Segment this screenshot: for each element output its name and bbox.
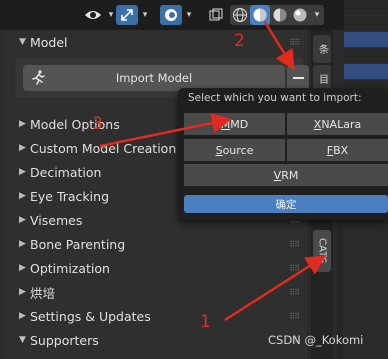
collapsed-triangle-icon: ▶ bbox=[19, 143, 26, 153]
drag-handle-icon[interactable]: ⠿⠿ bbox=[289, 288, 300, 297]
model-panel-header[interactable]: ▼ Model ⠿⠿ bbox=[5, 30, 307, 54]
collapsed-triangle-icon: ▶ bbox=[19, 191, 26, 201]
option-xnalara[interactable]: X NALara bbox=[287, 113, 388, 135]
overlay-icon[interactable] bbox=[160, 5, 182, 25]
xray-icon[interactable] bbox=[206, 5, 226, 25]
confirm-button[interactable]: 确定 bbox=[184, 195, 388, 213]
eye-icon[interactable] bbox=[82, 5, 104, 25]
option-mmd[interactable]: M MD bbox=[184, 113, 285, 135]
outliner-row[interactable] bbox=[344, 48, 388, 64]
section-label: Bone Parenting bbox=[30, 236, 126, 252]
chevron-down-icon[interactable]: ▾ bbox=[182, 5, 196, 25]
section-label: Custom Model Creation bbox=[30, 140, 177, 156]
import-popup-menu: Select which you want to import: M MD X NA… bbox=[178, 88, 388, 220]
collapsed-triangle-icon: ▶ bbox=[19, 263, 26, 273]
import-model-label: Import Model bbox=[115, 71, 193, 85]
solid-shading-icon[interactable] bbox=[250, 5, 270, 25]
option-source[interactable]: Source bbox=[184, 139, 285, 161]
drag-handle-icon[interactable]: ⠿⠿ bbox=[289, 240, 300, 249]
wireframe-shading-icon[interactable] bbox=[230, 5, 250, 25]
section-label: Settings & Updates bbox=[30, 308, 151, 324]
collapsed-triangle-icon: ▶ bbox=[19, 215, 26, 225]
section-label: Model Options bbox=[30, 116, 120, 132]
collapsed-triangle-icon: ▶ bbox=[19, 239, 26, 249]
chevron-down-icon[interactable]: ▾ bbox=[138, 5, 152, 25]
annotation-number-1: 1 bbox=[200, 312, 211, 332]
running-figure-icon bbox=[32, 70, 45, 85]
section-bake[interactable]: ▶ 烘培 ⠿⠿ bbox=[5, 280, 307, 304]
outliner-row[interactable] bbox=[344, 16, 388, 32]
drag-handle-icon[interactable]: ⠿⠿ bbox=[289, 38, 300, 47]
gizmo-icon[interactable] bbox=[116, 5, 138, 25]
watermark: CSDN @_Kokomi bbox=[268, 333, 364, 347]
annotation-number-3: 3 bbox=[92, 114, 103, 134]
option-fbx[interactable]: F BX bbox=[287, 139, 388, 161]
section-label: Supporters bbox=[30, 332, 99, 348]
section-label: Eye Tracking bbox=[30, 188, 109, 204]
section-bone-parenting[interactable]: ▶ Bone Parenting ⠿⠿ bbox=[5, 232, 307, 256]
tab-cats[interactable]: CATS bbox=[313, 230, 331, 272]
popup-title: Select which you want to import: bbox=[188, 92, 362, 104]
visibility-group: ▾ bbox=[82, 5, 118, 25]
collapsed-triangle-icon: ▶ bbox=[19, 287, 26, 297]
material-shading-icon[interactable] bbox=[270, 5, 290, 25]
section-label: 烘培 bbox=[30, 285, 56, 301]
option-vrm[interactable]: V RM bbox=[184, 164, 388, 186]
section-label: Optimization bbox=[30, 260, 110, 276]
section-optimization[interactable]: ▶ Optimization ⠿⠿ bbox=[5, 256, 307, 280]
section-supporters[interactable]: ▼ Supporters ⠿⠿ bbox=[5, 328, 307, 352]
collapsed-triangle-icon: ▶ bbox=[19, 167, 26, 177]
drag-handle-icon[interactable]: ⠿⠿ bbox=[289, 312, 300, 321]
tab-item[interactable]: 条 bbox=[313, 35, 331, 63]
viewport-header: ▾ ▾ ▾ ▾ bbox=[0, 0, 344, 30]
panel-title: Model bbox=[30, 34, 68, 50]
overlay-group: ▾ bbox=[160, 5, 196, 25]
expanded-triangle-icon: ▼ bbox=[19, 335, 26, 345]
expanded-triangle-icon: ▼ bbox=[19, 37, 26, 47]
section-settings-updates[interactable]: ▶ Settings & Updates ⠿⠿ bbox=[5, 304, 307, 328]
outliner-row[interactable] bbox=[344, 64, 388, 80]
shading-group: ▾ bbox=[230, 5, 324, 25]
drag-handle-icon[interactable]: ⠿⠿ bbox=[289, 264, 300, 273]
outliner-row[interactable] bbox=[344, 32, 388, 48]
xray-group bbox=[206, 5, 226, 25]
gizmo-group: ▾ bbox=[116, 5, 152, 25]
outliner-row[interactable] bbox=[344, 0, 388, 16]
collapsed-triangle-icon: ▶ bbox=[19, 311, 26, 321]
dash-icon bbox=[292, 77, 304, 79]
annotation-number-2: 2 bbox=[234, 31, 245, 51]
chevron-down-icon[interactable]: ▾ bbox=[310, 5, 324, 25]
outliner-fragment bbox=[344, 0, 388, 96]
rendered-shading-icon[interactable] bbox=[290, 5, 310, 25]
collapsed-triangle-icon: ▶ bbox=[19, 119, 26, 129]
section-label: Visemes bbox=[30, 212, 83, 228]
section-label: Decimation bbox=[30, 164, 102, 180]
